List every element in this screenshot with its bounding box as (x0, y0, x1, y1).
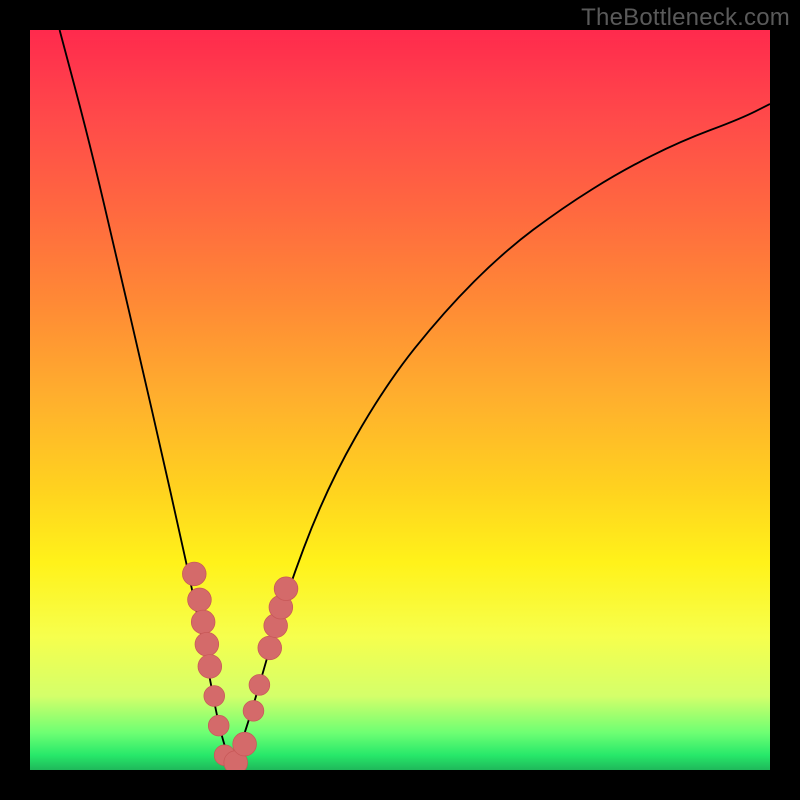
curve-marker (258, 636, 282, 660)
curve-marker (191, 610, 215, 634)
curve-marker (182, 562, 206, 586)
curve-marker (198, 655, 222, 679)
bottleneck-curve (60, 30, 770, 760)
chart-svg (30, 30, 770, 770)
curve-marker (243, 700, 264, 721)
curve-marker (195, 632, 219, 656)
marker-group (182, 562, 297, 770)
watermark-text: TheBottleneck.com (581, 4, 790, 32)
curve-marker (233, 732, 257, 756)
curve-marker (249, 675, 270, 696)
chart-frame: TheBottleneck.com (0, 0, 800, 800)
curve-marker (208, 715, 229, 736)
curve-marker (188, 588, 212, 612)
chart-plot-area (30, 30, 770, 770)
curve-marker (204, 686, 225, 707)
curve-marker (274, 577, 298, 601)
